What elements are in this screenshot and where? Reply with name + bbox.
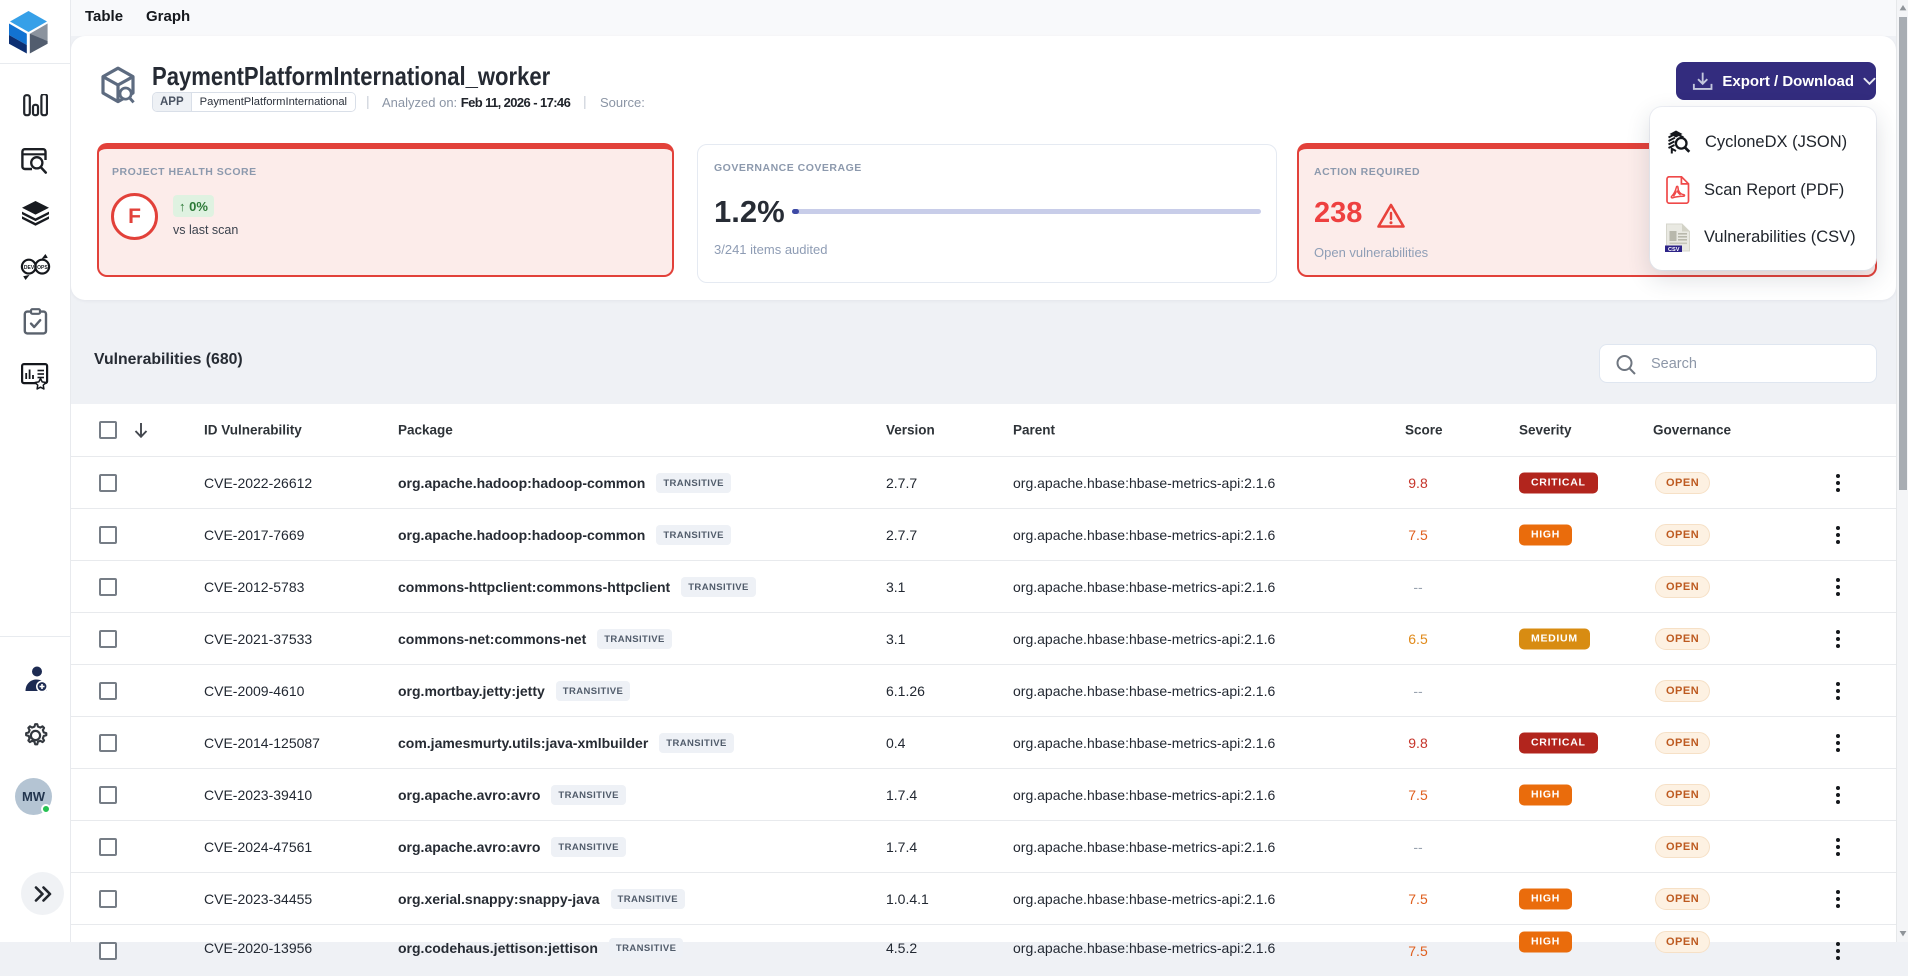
svg-text:CSV: CSV — [1668, 247, 1680, 252]
svg-text:DEV: DEV — [23, 265, 34, 271]
svg-text:OPS: OPS — [37, 265, 48, 271]
